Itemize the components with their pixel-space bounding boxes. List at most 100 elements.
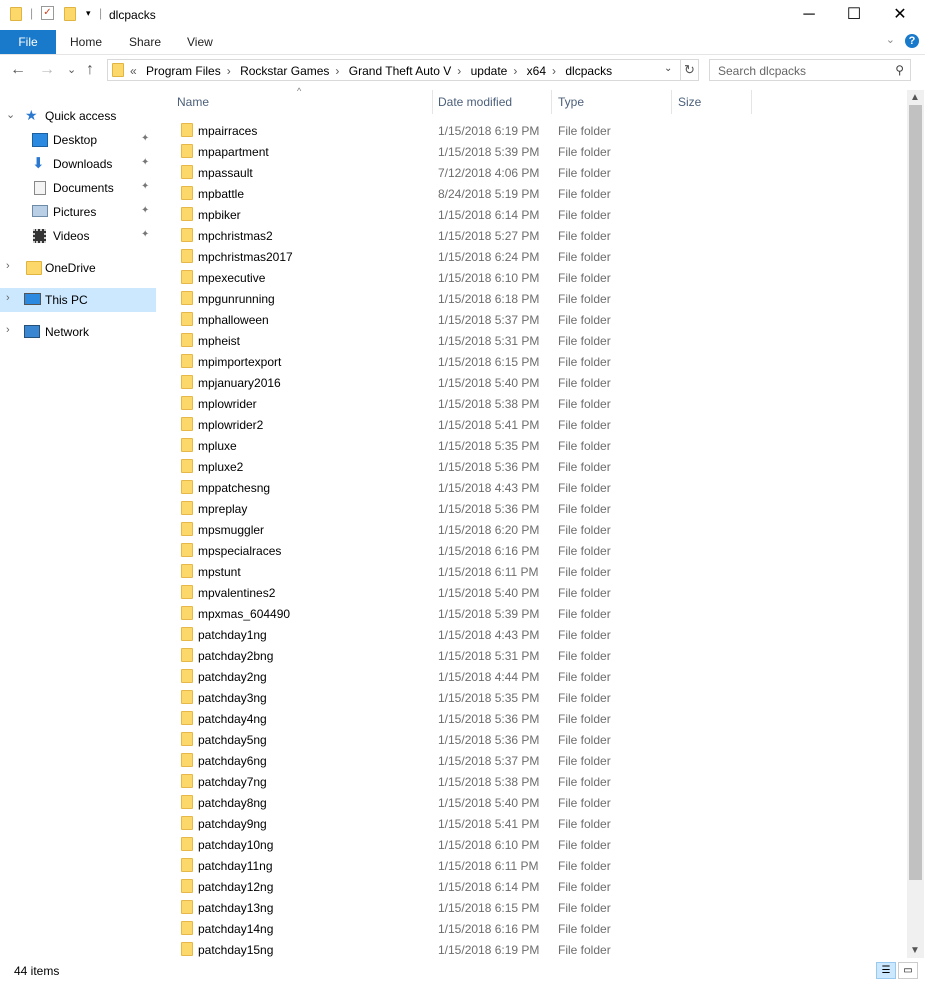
table-row[interactable]: mpchristmas2017 1/15/2018 6:24 PM File fol… bbox=[160, 246, 905, 267]
expand-icon[interactable]: › bbox=[6, 260, 10, 272]
help-icon[interactable]: ? bbox=[905, 34, 919, 48]
properties-icon[interactable]: ✓ bbox=[41, 6, 54, 20]
sidebar-item-this-pc[interactable]: › This PC bbox=[0, 288, 156, 312]
sidebar-item-downloads[interactable]: ⬇ Downloads ✦ bbox=[0, 152, 156, 176]
column-divider[interactable] bbox=[432, 90, 433, 114]
table-row[interactable]: mpluxe 1/15/2018 5:35 PM File folder bbox=[160, 435, 905, 456]
search-input[interactable]: Search dlcpacks ⚲ bbox=[709, 59, 911, 81]
column-header-date-modified[interactable]: Date modified bbox=[438, 95, 512, 109]
close-button[interactable]: ✕ bbox=[877, 0, 923, 30]
address-bar[interactable]: « Program Files › Rockstar Games › Grand T… bbox=[107, 59, 681, 81]
table-row[interactable]: mppatchesng 1/15/2018 4:43 PM File folder bbox=[160, 477, 905, 498]
details-view-button[interactable]: ☰ bbox=[876, 962, 896, 979]
expanded-icon[interactable]: ⌄ bbox=[6, 108, 15, 121]
breadcrumb-separator[interactable]: › bbox=[513, 64, 517, 78]
sidebar-item-documents[interactable]: Documents ✦ bbox=[0, 176, 156, 200]
table-row[interactable]: mpreplay 1/15/2018 5:36 PM File folder bbox=[160, 498, 905, 519]
table-row[interactable]: mpairraces 1/15/2018 6:19 PM File folder bbox=[160, 120, 905, 141]
sidebar-item-onedrive[interactable]: › OneDrive bbox=[0, 256, 156, 280]
table-row[interactable]: patchday1ng 1/15/2018 4:43 PM File folder bbox=[160, 624, 905, 645]
large-icons-view-button[interactable]: ▭ bbox=[898, 962, 918, 979]
expand-icon[interactable]: › bbox=[6, 324, 10, 336]
column-divider[interactable] bbox=[551, 90, 552, 114]
column-header-type[interactable]: Type bbox=[558, 95, 584, 109]
table-row[interactable]: patchday9ng 1/15/2018 5:41 PM File folder bbox=[160, 813, 905, 834]
sidebar-item-pictures[interactable]: Pictures ✦ bbox=[0, 200, 156, 224]
table-row[interactable]: mpassault 7/12/2018 4:06 PM File folder bbox=[160, 162, 905, 183]
table-row[interactable]: mpstunt 1/15/2018 6:11 PM File folder bbox=[160, 561, 905, 582]
column-divider[interactable] bbox=[671, 90, 672, 114]
breadcrumb-separator[interactable]: › bbox=[457, 64, 461, 78]
breadcrumb-overflow[interactable]: « bbox=[130, 64, 137, 78]
column-divider[interactable] bbox=[751, 90, 752, 114]
table-row[interactable]: mpimportexport 1/15/2018 6:15 PM File fold… bbox=[160, 351, 905, 372]
sidebar-item-quick-access[interactable]: ⌄ ★ Quick access bbox=[0, 104, 156, 128]
table-row[interactable]: patchday15ng 1/15/2018 6:19 PM File folder bbox=[160, 939, 905, 960]
customize-toolbar-icon[interactable]: ▾ bbox=[86, 8, 91, 19]
tab-view[interactable]: View bbox=[187, 30, 213, 54]
table-row[interactable]: patchday12ng 1/15/2018 6:14 PM File folder bbox=[160, 876, 905, 897]
up-button[interactable]: ↑ bbox=[86, 61, 94, 79]
table-row[interactable]: patchday14ng 1/15/2018 6:16 PM File folder bbox=[160, 918, 905, 939]
breadcrumb-separator[interactable]: › bbox=[335, 64, 339, 78]
breadcrumb-separator[interactable]: › bbox=[552, 64, 556, 78]
table-row[interactable]: mphalloween 1/15/2018 5:37 PM File folder bbox=[160, 309, 905, 330]
table-row[interactable]: patchday3ng 1/15/2018 5:35 PM File folder bbox=[160, 687, 905, 708]
table-row[interactable]: patchday2bng 1/15/2018 5:31 PM File folder bbox=[160, 645, 905, 666]
table-row[interactable]: mpapartment 1/15/2018 5:39 PM File folder bbox=[160, 141, 905, 162]
table-row[interactable]: mpjanuary2016 1/15/2018 5:40 PM File folde… bbox=[160, 372, 905, 393]
tab-home[interactable]: Home bbox=[70, 30, 102, 54]
table-row[interactable]: patchday13ng 1/15/2018 6:15 PM File folder bbox=[160, 897, 905, 918]
expand-ribbon-icon[interactable]: ⌄ bbox=[886, 33, 895, 46]
sidebar-item-desktop[interactable]: Desktop ✦ bbox=[0, 128, 156, 152]
forward-button[interactable]: → bbox=[39, 61, 55, 79]
table-row[interactable]: patchday7ng 1/15/2018 5:38 PM File folder bbox=[160, 771, 905, 792]
chevron-down-icon[interactable]: ⌄ bbox=[664, 63, 672, 74]
table-row[interactable]: mpexecutive 1/15/2018 6:10 PM File folder bbox=[160, 267, 905, 288]
table-row[interactable]: mpxmas_604490 1/15/2018 5:39 PM File folde… bbox=[160, 603, 905, 624]
tab-file[interactable]: File bbox=[0, 30, 56, 54]
refresh-button[interactable]: ↻ bbox=[681, 59, 699, 81]
scrollbar-thumb[interactable] bbox=[909, 105, 922, 880]
table-row[interactable]: mpheist 1/15/2018 5:31 PM File folder bbox=[160, 330, 905, 351]
breadcrumb-separator[interactable]: › bbox=[227, 64, 231, 78]
table-row[interactable]: mpbiker 1/15/2018 6:14 PM File folder bbox=[160, 204, 905, 225]
new-folder-icon[interactable] bbox=[64, 7, 76, 21]
column-header-name[interactable]: Name bbox=[177, 95, 209, 109]
breadcrumb-item[interactable]: Program Files bbox=[146, 64, 221, 78]
table-row[interactable]: mplowrider2 1/15/2018 5:41 PM File folder bbox=[160, 414, 905, 435]
table-row[interactable]: patchday11ng 1/15/2018 6:11 PM File folder bbox=[160, 855, 905, 876]
table-row[interactable]: mpbattle 8/24/2018 5:19 PM File folder bbox=[160, 183, 905, 204]
minimize-button[interactable]: ─ bbox=[786, 0, 832, 30]
table-row[interactable]: mpsmuggler 1/15/2018 6:20 PM File folder bbox=[160, 519, 905, 540]
table-row[interactable]: patchday2ng 1/15/2018 4:44 PM File folder bbox=[160, 666, 905, 687]
table-row[interactable]: patchday5ng 1/15/2018 5:36 PM File folder bbox=[160, 729, 905, 750]
table-row[interactable]: mplowrider 1/15/2018 5:38 PM File folder bbox=[160, 393, 905, 414]
table-row[interactable]: patchday6ng 1/15/2018 5:37 PM File folder bbox=[160, 750, 905, 771]
back-button[interactable]: ← bbox=[10, 61, 26, 79]
expand-icon[interactable]: › bbox=[6, 292, 10, 304]
breadcrumb-item[interactable]: Grand Theft Auto V bbox=[349, 64, 452, 78]
sidebar-item-network[interactable]: › Network bbox=[0, 320, 156, 344]
table-row[interactable]: mpspecialraces 1/15/2018 6:16 PM File fold… bbox=[160, 540, 905, 561]
vertical-scrollbar[interactable]: ▲ ▼ bbox=[907, 90, 924, 958]
table-row[interactable]: mpvalentines2 1/15/2018 5:40 PM File folde… bbox=[160, 582, 905, 603]
scroll-up-icon[interactable]: ▲ bbox=[910, 92, 920, 103]
table-row[interactable]: mpluxe2 1/15/2018 5:36 PM File folder bbox=[160, 456, 905, 477]
column-header-size[interactable]: Size bbox=[678, 95, 701, 109]
table-row[interactable]: patchday4ng 1/15/2018 5:36 PM File folder bbox=[160, 708, 905, 729]
breadcrumb-item[interactable]: Rockstar Games bbox=[240, 64, 329, 78]
breadcrumb-item[interactable]: update bbox=[471, 64, 508, 78]
scroll-down-icon[interactable]: ▼ bbox=[910, 945, 920, 956]
breadcrumb-item[interactable]: x64 bbox=[527, 64, 546, 78]
table-row[interactable]: patchday8ng 1/15/2018 5:40 PM File folder bbox=[160, 792, 905, 813]
recent-locations-button[interactable]: ⌄ bbox=[67, 63, 76, 76]
maximize-button[interactable]: ☐ bbox=[831, 0, 877, 30]
table-row[interactable]: patchday10ng 1/15/2018 6:10 PM File folder bbox=[160, 834, 905, 855]
search-icon[interactable]: ⚲ bbox=[895, 63, 904, 77]
breadcrumb-item[interactable]: dlcpacks bbox=[565, 64, 612, 78]
table-row[interactable]: mpchristmas2 1/15/2018 5:27 PM File folder bbox=[160, 225, 905, 246]
table-row[interactable]: mpgunrunning 1/15/2018 6:18 PM File folder bbox=[160, 288, 905, 309]
sidebar-item-videos[interactable]: Videos ✦ bbox=[0, 224, 156, 248]
tab-share[interactable]: Share bbox=[129, 30, 161, 54]
